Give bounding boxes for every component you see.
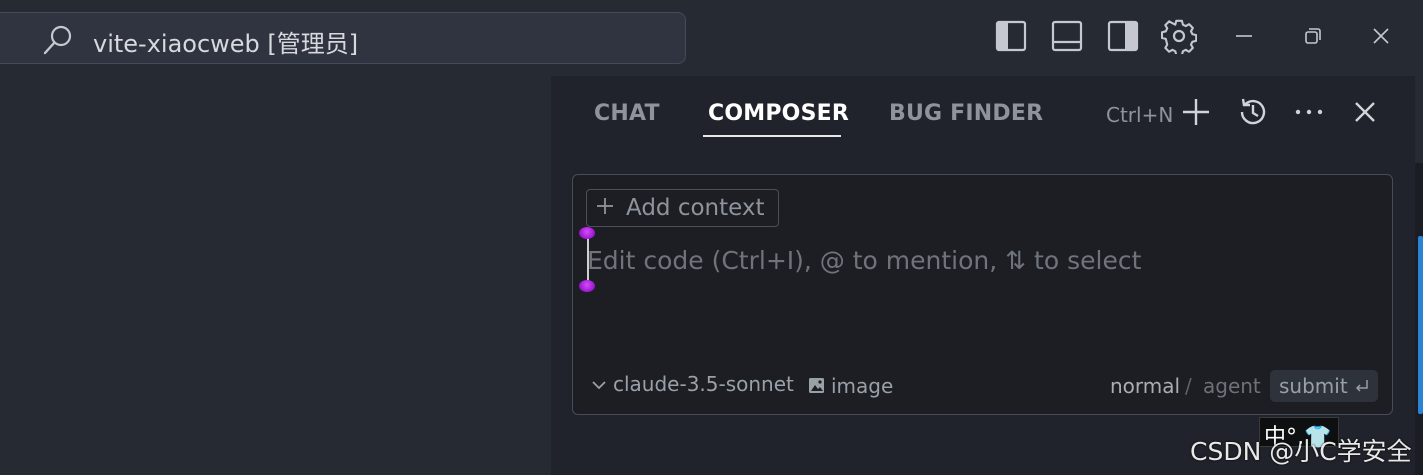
settings-gear-icon[interactable] [1160, 18, 1198, 57]
tab-composer[interactable]: COMPOSER [708, 101, 849, 126]
enter-key-icon [1355, 380, 1368, 392]
active-tab-indicator [703, 135, 841, 137]
submit-button[interactable]: submit [1270, 370, 1378, 402]
image-icon[interactable] [808, 377, 825, 394]
toggle-panel-icon[interactable] [1049, 18, 1085, 54]
history-icon[interactable] [1235, 94, 1271, 130]
minimize-icon[interactable] [1226, 18, 1262, 54]
scrollbar[interactable] [1415, 0, 1423, 475]
mode-separator: / [1185, 374, 1192, 398]
more-icon[interactable] [1291, 94, 1327, 130]
add-context-button[interactable]: Add context [586, 189, 779, 227]
scrollbar-thumb[interactable] [1418, 236, 1423, 414]
close-panel-icon[interactable] [1347, 94, 1383, 130]
title-bar: vite-xiaocweb [管理员] [0, 0, 1423, 76]
workspace-title: vite-xiaocweb [管理员] [93, 30, 359, 58]
tab-chat[interactable]: CHAT [594, 101, 660, 126]
editor-area[interactable] [0, 76, 551, 475]
mode-normal-option[interactable]: normal [1110, 374, 1180, 398]
close-icon[interactable] [1363, 18, 1399, 54]
restore-icon[interactable] [1294, 18, 1330, 54]
submit-label: submit [1279, 374, 1348, 398]
toggle-secondary-sidebar-icon[interactable] [1105, 18, 1141, 54]
caret-handle-top[interactable] [579, 227, 595, 239]
image-button-label[interactable]: image [831, 374, 893, 398]
model-selector[interactable]: claude-3.5-sonnet [613, 372, 794, 396]
command-center-search[interactable]: vite-xiaocweb [管理员] [0, 12, 686, 64]
chevron-down-icon[interactable] [591, 378, 607, 392]
search-icon [43, 25, 72, 55]
new-composer-shortcut: Ctrl+N [1106, 103, 1174, 127]
toggle-primary-sidebar-icon[interactable] [993, 18, 1029, 54]
mode-agent-option[interactable]: agent [1203, 374, 1261, 398]
composer-placeholder[interactable]: Edit code (Ctrl+I), @ to mention, ⇅ to s… [587, 246, 1141, 275]
watermark: CSDN @小C学安全 [1190, 437, 1412, 466]
caret-handle-bottom[interactable] [579, 280, 595, 292]
new-composer-icon[interactable] [1178, 94, 1214, 130]
tab-bug-finder[interactable]: BUG FINDER [889, 101, 1043, 126]
add-context-label: Add context [626, 195, 765, 221]
plus-icon [597, 198, 613, 214]
